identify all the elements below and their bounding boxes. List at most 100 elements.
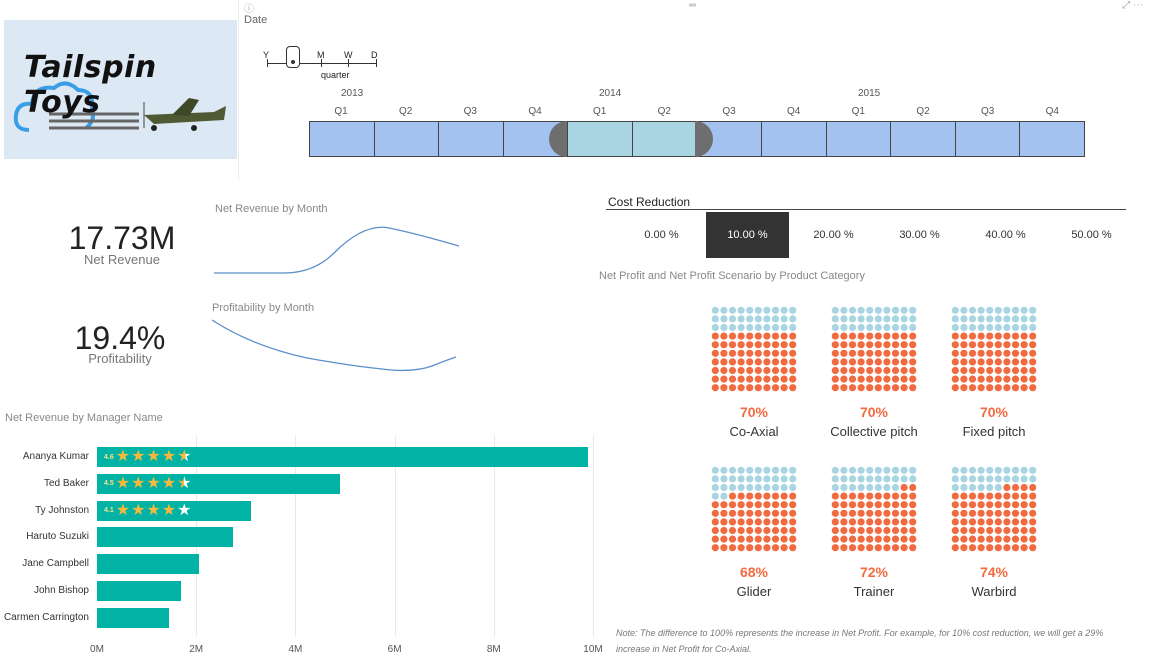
waffle-dot [883,518,891,526]
waffle-dot [831,466,839,474]
revenue-bar[interactable] [97,581,182,601]
waffle-dot [986,526,994,535]
waffle-chart[interactable] [711,466,797,552]
visual-header-controls[interactable]: ⤢ ⋯ [1122,0,1143,11]
star-icon: ★ [146,474,161,492]
waffle-dot [746,526,754,535]
waffle-dot [754,332,762,340]
waffle-dot [1029,483,1037,492]
waffle-dot [951,366,959,375]
waffle-dot [874,375,882,383]
waffle-dot [831,475,839,483]
waffle-dot [994,306,1002,314]
waffle-dot [986,544,994,552]
waffle-dot [789,375,797,383]
revenue-bar[interactable] [97,527,234,548]
waffle-dot [977,535,985,543]
waffle-dot [1020,492,1028,500]
waffle-dot [737,544,745,552]
waffle-dot [831,375,839,383]
info-icon[interactable]: ⓘ [244,0,254,15]
timeline-quarter-cell[interactable] [955,122,1021,156]
waffle-dot [1029,475,1037,483]
waffle-dot [951,501,959,509]
waffle-dot [840,349,848,357]
waffle-dot [977,466,985,474]
waffle-dot [728,358,737,366]
waffle-dot [789,332,797,340]
waffle-chart[interactable] [831,466,917,552]
date-slicer[interactable]: ⓘ ═ ⤢ ⋯ Date Y Q M W D quarter 2013 2014… [238,0,1151,180]
waffle-dot [909,509,917,517]
waffle-dot [994,323,1002,332]
waffle-dot [763,366,771,375]
cost-reduction-option[interactable]: 10.00 % [706,212,789,258]
waffle-dot [994,375,1002,383]
granularity-year[interactable]: Y [263,50,269,60]
waffle-dot [720,315,728,323]
waffle-chart[interactable] [711,306,797,392]
revenue-bar[interactable] [97,607,169,628]
waffle-dot [737,349,745,357]
profit-sparkline[interactable] [212,316,462,376]
waffle-dot [754,483,762,492]
cost-reduction-option[interactable]: 40.00 % [964,212,1047,258]
waffle-chart[interactable] [831,306,917,392]
granularity-selector[interactable]: Y Q M W D quarter [263,44,383,84]
waffle-dot [1020,349,1028,357]
timeline-quarter-cell[interactable] [762,122,827,156]
waffle-dot [780,332,788,340]
cost-reduction-option[interactable]: 50.00 % [1050,212,1133,258]
cost-reduction-option[interactable]: 0.00 % [620,212,703,258]
waffle-dot [746,323,754,332]
product-category-label: Collective pitch [830,424,918,439]
waffle-dot [951,315,959,323]
waffle-dot [737,518,745,526]
waffle-dot [900,518,908,526]
timeline-quarter-cell[interactable] [310,122,375,156]
waffle-dot [874,518,882,526]
waffle-dot [1011,366,1020,375]
waffle-chart[interactable] [951,466,1037,552]
waffle-dot [909,315,917,323]
waffle-dot [1011,323,1020,332]
waffle-dot [874,332,882,340]
timeline-quarter-cell[interactable] [568,122,633,156]
timeline-quarter-cell[interactable] [826,122,892,156]
waffle-dot [891,306,900,314]
waffle-dot [951,349,959,357]
waffle-dot [754,509,762,517]
revenue-sparkline[interactable] [214,218,464,278]
waffle-dot [780,315,788,323]
cost-reduction-option[interactable]: 20.00 % [792,212,875,258]
timeline-quarter-cell[interactable] [374,122,440,156]
quarter-label: Q3 [722,106,736,117]
cost-reduction-option[interactable]: 30.00 % [878,212,961,258]
waffle-dot [951,341,959,349]
waffle-dot [960,483,968,492]
profitability-label: Profitability [88,351,152,366]
timeline-quarter-cell[interactable] [1020,122,1084,156]
waffle-dot [891,535,900,543]
waffle-dot [968,544,977,552]
waffle-dot [789,509,797,517]
waffle-dot [909,466,917,474]
timeline-quarter-cell[interactable] [632,122,698,156]
profit-sparkline-title: Profitability by Month [212,302,315,314]
waffle-dot [763,501,771,509]
waffle-dot [840,323,848,332]
waffle-dot [789,384,797,392]
manager-name-label: Carmen Carrington [3,611,89,623]
waffle-dot [848,375,857,383]
waffle-dot [909,518,917,526]
x-tick-label: 4M [288,644,303,655]
waffle-dot [1020,509,1028,517]
waffle-dot [746,315,754,323]
waffle-chart[interactable] [951,306,1037,392]
granularity-handle[interactable] [286,46,300,68]
revenue-bar[interactable] [97,554,199,575]
waffle-dot [746,358,754,366]
drag-grip-icon[interactable]: ═ [689,0,696,11]
timeline-quarter-cell[interactable] [891,122,956,156]
timeline-quarter-cell[interactable] [439,122,504,156]
